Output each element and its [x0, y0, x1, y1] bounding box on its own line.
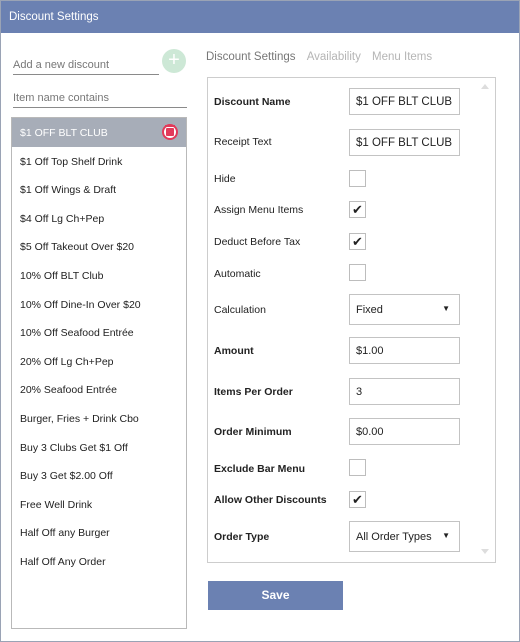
list-item[interactable]: Half Off Any Order	[12, 547, 186, 576]
window-title: Discount Settings	[1, 1, 519, 33]
checkmark-icon: ✔	[352, 492, 363, 507]
list-item-label: Buy 3 Get $2.00 Off	[20, 470, 113, 483]
list-item[interactable]: Burger, Fries + Drink Cbo	[12, 404, 186, 433]
tab-discount-settings[interactable]: Discount Settings	[206, 51, 296, 63]
caret-down-icon: ▼	[442, 304, 450, 313]
receipt-text-label: Receipt Text	[214, 136, 272, 148]
list-item-label: 10% Off Seafood Entrée	[20, 327, 134, 340]
scroll-up-arrow-icon[interactable]	[481, 84, 489, 89]
calculation-label: Calculation	[214, 304, 266, 316]
trash-icon	[165, 125, 175, 136]
calculation-select[interactable]: Fixed ▼	[349, 294, 460, 325]
list-item-label: $5 Off Takeout Over $20	[20, 241, 135, 254]
list-item-label: 20% Seafood Entrée	[20, 384, 117, 397]
hide-checkbox[interactable]	[349, 170, 366, 187]
allow-other-discounts-label: Allow Other Discounts	[214, 494, 327, 506]
caret-down-icon: ▼	[442, 531, 450, 540]
list-item[interactable]: 20% Seafood Entrée	[12, 375, 186, 404]
list-item-label: $1 Off Top Shelf Drink	[20, 155, 123, 168]
discount-list: $1 OFF BLT CLUB $1 Off Top Shelf Drink $1 …	[11, 117, 187, 629]
allow-other-discounts-checkbox[interactable]: ✔	[349, 491, 366, 508]
list-item-label: $4 Off Lg Ch+Pep	[20, 212, 105, 225]
checkmark-icon: ✔	[352, 202, 363, 217]
list-item-label: $1 Off Wings & Draft	[20, 184, 117, 197]
list-item-label: Half Off any Burger	[20, 527, 110, 540]
list-item[interactable]: $5 Off Takeout Over $20	[12, 232, 186, 261]
item-filter-input[interactable]: Item name contains	[13, 88, 187, 108]
list-item[interactable]: Buy 3 Clubs Get $1 Off	[12, 433, 186, 462]
amount-label: Amount	[214, 345, 254, 357]
list-item-label: Buy 3 Clubs Get $1 Off	[20, 441, 128, 454]
list-item-label: Free Well Drink	[20, 498, 93, 511]
list-item-label: Burger, Fries + Drink Cbo	[20, 412, 139, 425]
assign-menu-items-label: Assign Menu Items	[214, 204, 304, 216]
scroll-down-arrow-icon[interactable]	[481, 549, 489, 554]
discount-form: Discount Name $1 OFF BLT CLUB Receipt Te…	[207, 77, 496, 563]
list-item-label: 20% Off Lg Ch+Pep	[20, 355, 114, 368]
list-item[interactable]: 20% Off Lg Ch+Pep	[12, 347, 186, 376]
checkmark-icon: ✔	[352, 234, 363, 249]
calculation-value: Fixed	[356, 304, 383, 316]
save-button[interactable]: Save	[208, 581, 343, 610]
new-discount-input[interactable]: Add a new discount	[13, 55, 159, 75]
discount-name-label: Discount Name	[214, 96, 291, 108]
items-per-order-field[interactable]: 3	[349, 378, 460, 405]
deduct-before-tax-label: Deduct Before Tax	[214, 236, 301, 248]
list-item[interactable]: 10% Off Seafood Entrée	[12, 318, 186, 347]
receipt-text-field[interactable]: $1 OFF BLT CLUB	[349, 129, 460, 156]
list-item[interactable]: Buy 3 Get $2.00 Off	[12, 461, 186, 490]
list-item[interactable]: Free Well Drink	[12, 490, 186, 519]
order-type-value: All Order Types	[356, 531, 432, 543]
list-item-label: $1 OFF BLT CLUB	[20, 127, 108, 139]
list-item[interactable]: $4 Off Lg Ch+Pep	[12, 204, 186, 233]
deduct-before-tax-checkbox[interactable]: ✔	[349, 233, 366, 250]
exclude-bar-menu-label: Exclude Bar Menu	[214, 463, 306, 475]
discount-name-field[interactable]: $1 OFF BLT CLUB	[349, 88, 460, 115]
list-item[interactable]: $1 OFF BLT CLUB	[12, 118, 186, 147]
discount-settings-window: Discount Settings Add a new discount + I…	[0, 0, 520, 642]
add-discount-button[interactable]: +	[162, 49, 186, 73]
tab-bar: Discount Settings Availability Menu Item…	[206, 51, 506, 67]
tab-availability[interactable]: Availability	[307, 51, 361, 63]
list-item-label: 10% Off Dine-In Over $20	[20, 298, 141, 311]
list-item[interactable]: $1 Off Wings & Draft	[12, 175, 186, 204]
list-item[interactable]: Half Off any Burger	[12, 518, 186, 547]
discount-list-panel: Add a new discount + Item name contains …	[1, 33, 199, 641]
automatic-label: Automatic	[214, 268, 261, 280]
order-minimum-label: Order Minimum	[214, 426, 292, 438]
list-item-label: Half Off Any Order	[20, 555, 106, 568]
list-item[interactable]: 10% Off Dine-In Over $20	[12, 290, 186, 319]
automatic-checkbox[interactable]	[349, 264, 366, 281]
exclude-bar-menu-checkbox[interactable]	[349, 459, 366, 476]
amount-field[interactable]: $1.00	[349, 337, 460, 364]
list-item[interactable]: $1 Off Top Shelf Drink	[12, 147, 186, 176]
tab-menu-items[interactable]: Menu Items	[372, 51, 432, 63]
assign-menu-items-checkbox[interactable]: ✔	[349, 201, 366, 218]
list-item[interactable]: 10% Off BLT Club	[12, 261, 186, 290]
items-per-order-label: Items Per Order	[214, 386, 293, 398]
order-minimum-field[interactable]: $0.00	[349, 418, 460, 445]
order-type-label: Order Type	[214, 531, 270, 543]
hide-label: Hide	[214, 173, 236, 185]
list-item-label: 10% Off BLT Club	[20, 269, 104, 282]
plus-icon: +	[168, 49, 180, 71]
delete-discount-button[interactable]	[162, 124, 178, 140]
order-type-select[interactable]: All Order Types ▼	[349, 521, 460, 552]
